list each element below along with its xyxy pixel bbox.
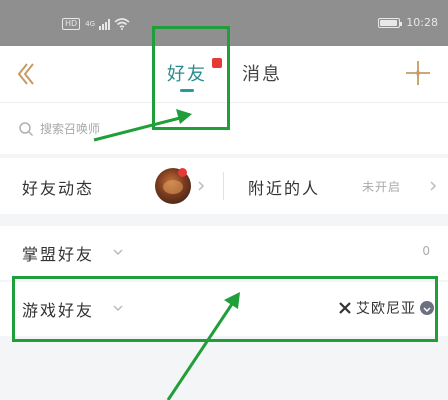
nearby-people-label[interactable]: 附近的人 [248, 175, 320, 199]
nearby-status: 未开启 [362, 180, 402, 194]
chevron-down-icon [113, 249, 123, 256]
chevron-right-icon [198, 181, 205, 191]
highlight-box-game-friends [12, 276, 438, 342]
group-row-app-friends[interactable]: 掌盟好友 0 [0, 226, 448, 280]
tab-messages[interactable]: 消息 [242, 60, 282, 86]
hd-indicator: HD [62, 18, 81, 30]
friends-activity-label[interactable]: 好友动态 [22, 175, 94, 199]
chevron-left-icon[interactable] [14, 60, 38, 88]
highlight-box-friends-tab [152, 26, 230, 130]
activity-row: 好友动态 附近的人 未开启 [0, 158, 448, 214]
wifi-icon [114, 18, 130, 30]
group-count: 0 [422, 244, 430, 258]
signal-icon [99, 18, 111, 30]
group-label: 掌盟好友 [22, 245, 95, 264]
network-type: 4G [85, 20, 96, 28]
status-icons: HD 4G [62, 18, 130, 30]
avatar-unread-dot [178, 168, 187, 177]
battery-fill [380, 19, 398, 26]
divider [223, 172, 224, 200]
battery-icon [378, 17, 403, 28]
search-icon [19, 122, 34, 137]
status-right: 10:28 [378, 16, 438, 29]
chevron-right-icon [430, 181, 437, 191]
clock: 10:28 [406, 16, 438, 29]
sparkle-plus-icon[interactable] [404, 59, 432, 87]
